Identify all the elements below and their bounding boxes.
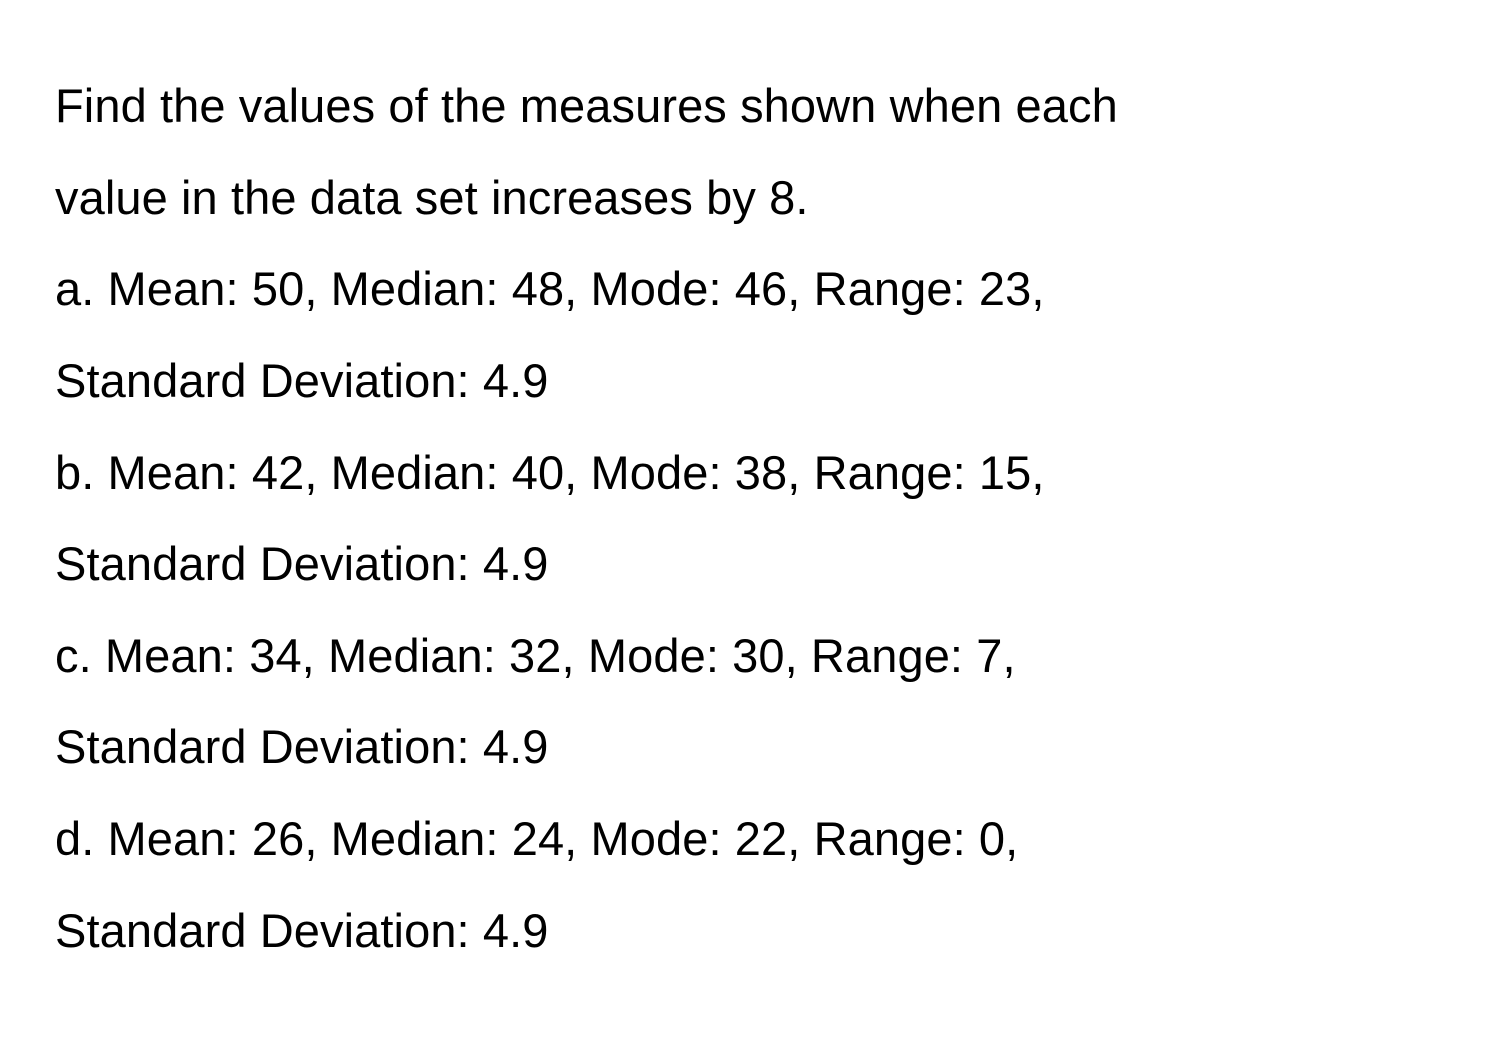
option-b-line-1: b. Mean: 42, Median: 40, Mode: 38, Range…	[55, 427, 1445, 519]
option-c-line-1: c. Mean: 34, Median: 32, Mode: 30, Range…	[55, 610, 1445, 702]
question-line-1: Find the values of the measures shown wh…	[55, 60, 1445, 152]
question-line-2: value in the data set increases by 8.	[55, 152, 1445, 244]
option-c-line-2: Standard Deviation: 4.9	[55, 701, 1445, 793]
option-b-line-2: Standard Deviation: 4.9	[55, 518, 1445, 610]
option-d-line-1: d. Mean: 26, Median: 24, Mode: 22, Range…	[55, 793, 1445, 885]
option-a-line-1: a. Mean: 50, Median: 48, Mode: 46, Range…	[55, 243, 1445, 335]
option-a-line-2: Standard Deviation: 4.9	[55, 335, 1445, 427]
document-page: Find the values of the measures shown wh…	[0, 0, 1500, 1040]
option-d-line-2: Standard Deviation: 4.9	[55, 885, 1445, 977]
